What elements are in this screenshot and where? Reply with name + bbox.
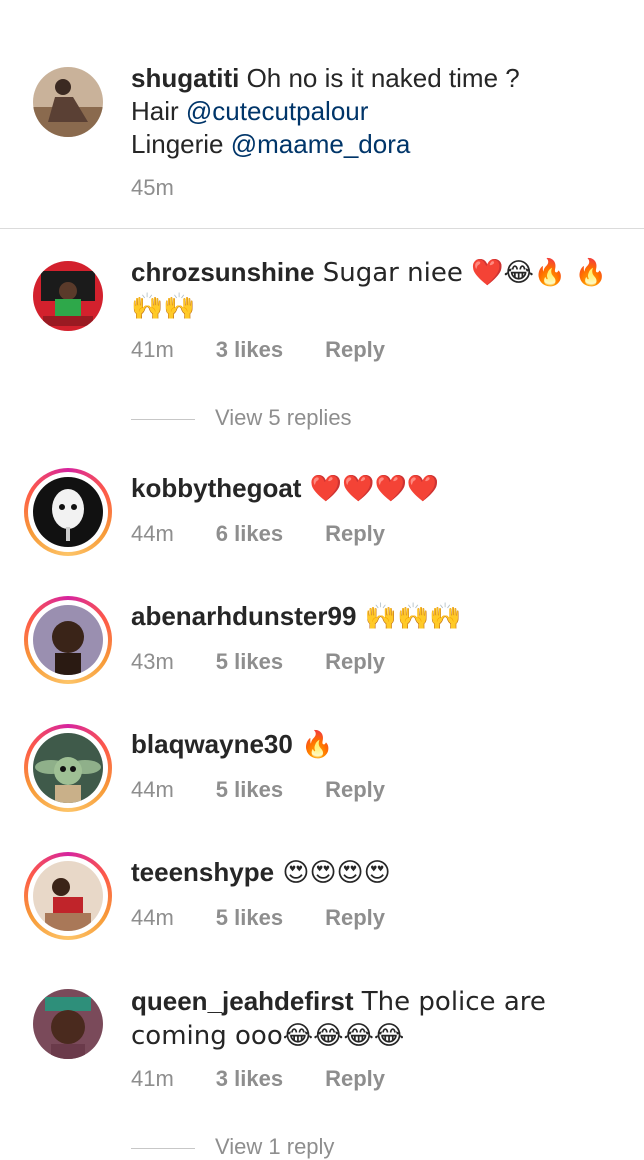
likes-count[interactable]: 5 likes xyxy=(216,777,283,803)
post-caption: shugatiti Oh no is it naked time ? Hair … xyxy=(0,0,644,229)
avatar xyxy=(33,861,103,931)
story-ring[interactable] xyxy=(24,852,112,940)
avatar[interactable] xyxy=(33,989,103,1059)
comment-username[interactable]: teeenshype xyxy=(131,857,274,887)
comment-username[interactable]: chrozsunshine xyxy=(131,257,314,287)
comment-meta: 44m 5 likes Reply xyxy=(131,777,385,803)
comment-time: 41m xyxy=(131,1066,174,1091)
avatar xyxy=(33,733,103,803)
avatar[interactable] xyxy=(33,67,103,137)
comment-text: 🔥 xyxy=(292,730,334,760)
comment-meta: 44m 6 likes Reply xyxy=(131,521,385,547)
comment-time: 44m xyxy=(131,777,174,802)
comment-text: 😍😍😍😍 xyxy=(274,858,391,888)
comment-username[interactable]: kobbythegoat xyxy=(131,473,301,503)
likes-count[interactable]: 6 likes xyxy=(216,521,283,547)
likes-count[interactable]: 3 likes xyxy=(216,1066,283,1092)
reply-button[interactable]: Reply xyxy=(325,337,385,363)
caption-text: shugatiti Oh no is it naked time ? Hair … xyxy=(131,63,520,159)
story-ring[interactable] xyxy=(24,724,112,812)
reply-button[interactable]: Reply xyxy=(325,521,385,547)
likes-count[interactable]: 3 likes xyxy=(216,337,283,363)
likes-count[interactable]: 5 likes xyxy=(216,649,283,675)
comment-time: 41m xyxy=(131,337,174,362)
comment-time: 44m xyxy=(131,521,174,546)
avatar xyxy=(33,605,103,675)
comment-time: 44m xyxy=(131,905,174,930)
avatar xyxy=(33,477,103,547)
comment-time: 43m xyxy=(131,649,174,674)
reply-button[interactable]: Reply xyxy=(325,777,385,803)
reply-button[interactable]: Reply xyxy=(325,649,385,675)
avatar[interactable] xyxy=(33,261,103,331)
comment-meta: 43m 5 likes Reply xyxy=(131,649,385,675)
comment-text: ❤️❤️❤️❤️ xyxy=(301,474,440,504)
reply-button[interactable]: Reply xyxy=(325,905,385,931)
story-ring[interactable] xyxy=(24,468,112,556)
likes-count[interactable]: 5 likes xyxy=(216,905,283,931)
view-replies-button[interactable]: View 5 replies xyxy=(131,405,352,431)
reply-button[interactable]: Reply xyxy=(325,1066,385,1092)
comment-username[interactable]: blaqwayne30 xyxy=(131,729,293,759)
caption-time: 45m xyxy=(131,175,174,200)
caption-username[interactable]: shugatiti xyxy=(131,63,239,93)
comment-text: 🙌🙌🙌 xyxy=(356,602,462,632)
comment-username[interactable]: queen_jeahdefirst xyxy=(131,986,354,1016)
comment-username[interactable]: abenarhdunster99 xyxy=(131,601,356,631)
mention-link[interactable]: @maame_dora xyxy=(231,129,411,159)
divider-line xyxy=(131,418,195,420)
comment-meta: 41m 3 likes Reply xyxy=(131,337,385,363)
divider-line xyxy=(131,1147,195,1149)
mention-link[interactable]: @cutecutpalour xyxy=(186,96,369,126)
comment-meta: 41m 3 likes Reply xyxy=(131,1066,385,1092)
story-ring[interactable] xyxy=(24,596,112,684)
view-replies-button[interactable]: View 1 reply xyxy=(131,1134,334,1160)
comment-meta: 44m 5 likes Reply xyxy=(131,905,385,931)
